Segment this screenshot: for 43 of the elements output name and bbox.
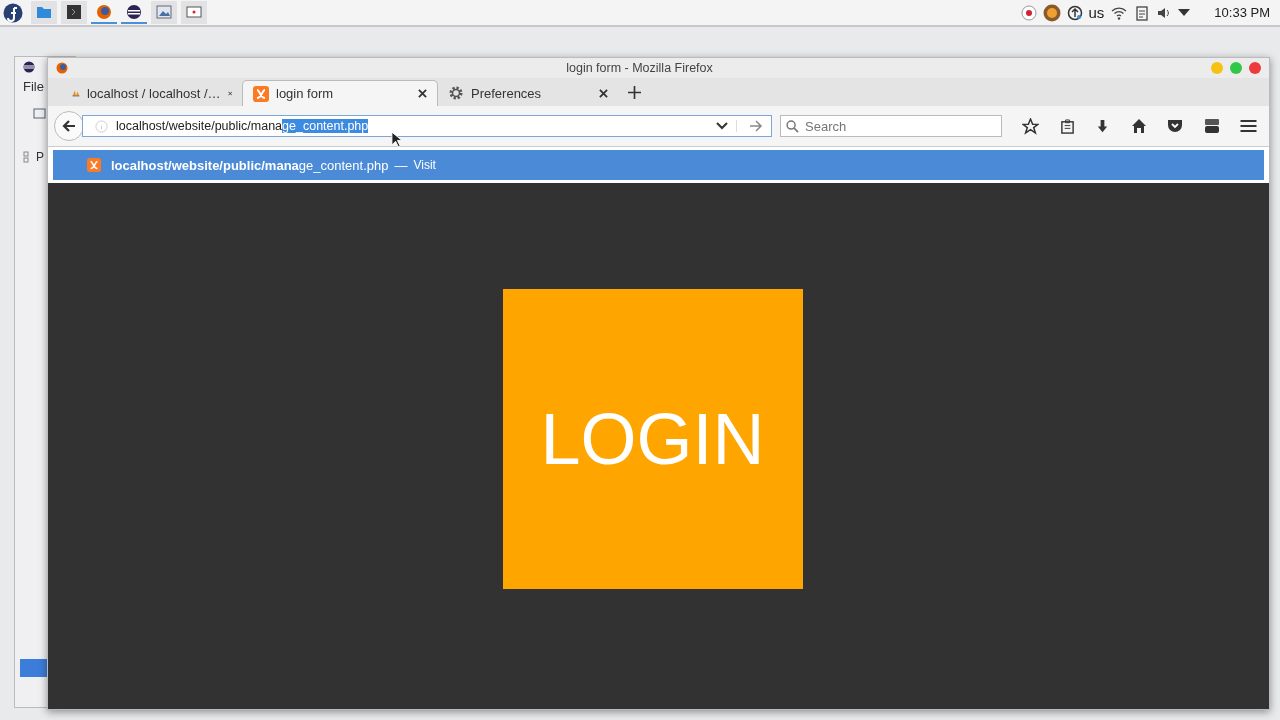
star-icon[interactable]	[1022, 117, 1039, 135]
firefox-icon	[96, 3, 112, 20]
image-viewer-icon	[156, 3, 172, 20]
browser-tab[interactable]: login form	[242, 80, 438, 106]
browser-tab[interactable]: Preferences	[438, 80, 618, 106]
back-arrow-icon	[62, 119, 76, 133]
action-button[interactable]	[20, 659, 50, 677]
search-icon	[786, 120, 799, 133]
clipboard-icon[interactable]	[1059, 118, 1075, 134]
back-button[interactable]	[54, 111, 84, 141]
firefox-icon	[56, 62, 68, 74]
panel-label: P	[36, 150, 44, 164]
close-button[interactable]	[1249, 62, 1261, 74]
xampp-icon	[87, 158, 101, 172]
update-icon[interactable]	[1066, 4, 1083, 21]
app-tray-icon[interactable]	[1042, 3, 1061, 22]
clipboard-icon[interactable]	[1134, 4, 1151, 21]
close-icon[interactable]	[599, 88, 608, 98]
browser-tab[interactable]: localhost / localhost /…	[62, 80, 242, 106]
terminal-icon	[66, 3, 82, 20]
suggestion-item[interactable]: localhost/website/public/manage_content.php — Visit	[53, 150, 1264, 180]
fedora-logo-icon[interactable]	[3, 2, 23, 23]
new-tab-icon[interactable]	[628, 86, 641, 99]
settings-icon	[448, 85, 464, 101]
menu-item[interactable]: File	[23, 79, 44, 94]
home-icon[interactable]	[1130, 118, 1147, 134]
toolbar-icon[interactable]	[33, 106, 47, 120]
eclipse-icon	[23, 61, 35, 73]
dropdown-icon[interactable]	[1178, 8, 1191, 17]
record-icon[interactable]	[1020, 4, 1037, 21]
xampp-icon	[253, 85, 269, 102]
keyboard-layout[interactable]: us	[1088, 4, 1105, 21]
close-icon[interactable]	[418, 89, 427, 98]
chevron-down-icon[interactable]	[716, 122, 728, 130]
eclipse-icon	[126, 3, 142, 20]
menu-icon[interactable]	[1240, 119, 1257, 133]
window-title: login form - Mozilla Firefox	[565, 61, 714, 75]
info-icon	[95, 119, 108, 133]
clock: 10:33 PM	[1214, 5, 1270, 20]
pocket-icon[interactable]	[1167, 118, 1183, 134]
screen-recorder-icon	[186, 3, 202, 20]
launcher-button[interactable]	[61, 1, 87, 24]
search-field[interactable]: Search	[780, 115, 1002, 137]
